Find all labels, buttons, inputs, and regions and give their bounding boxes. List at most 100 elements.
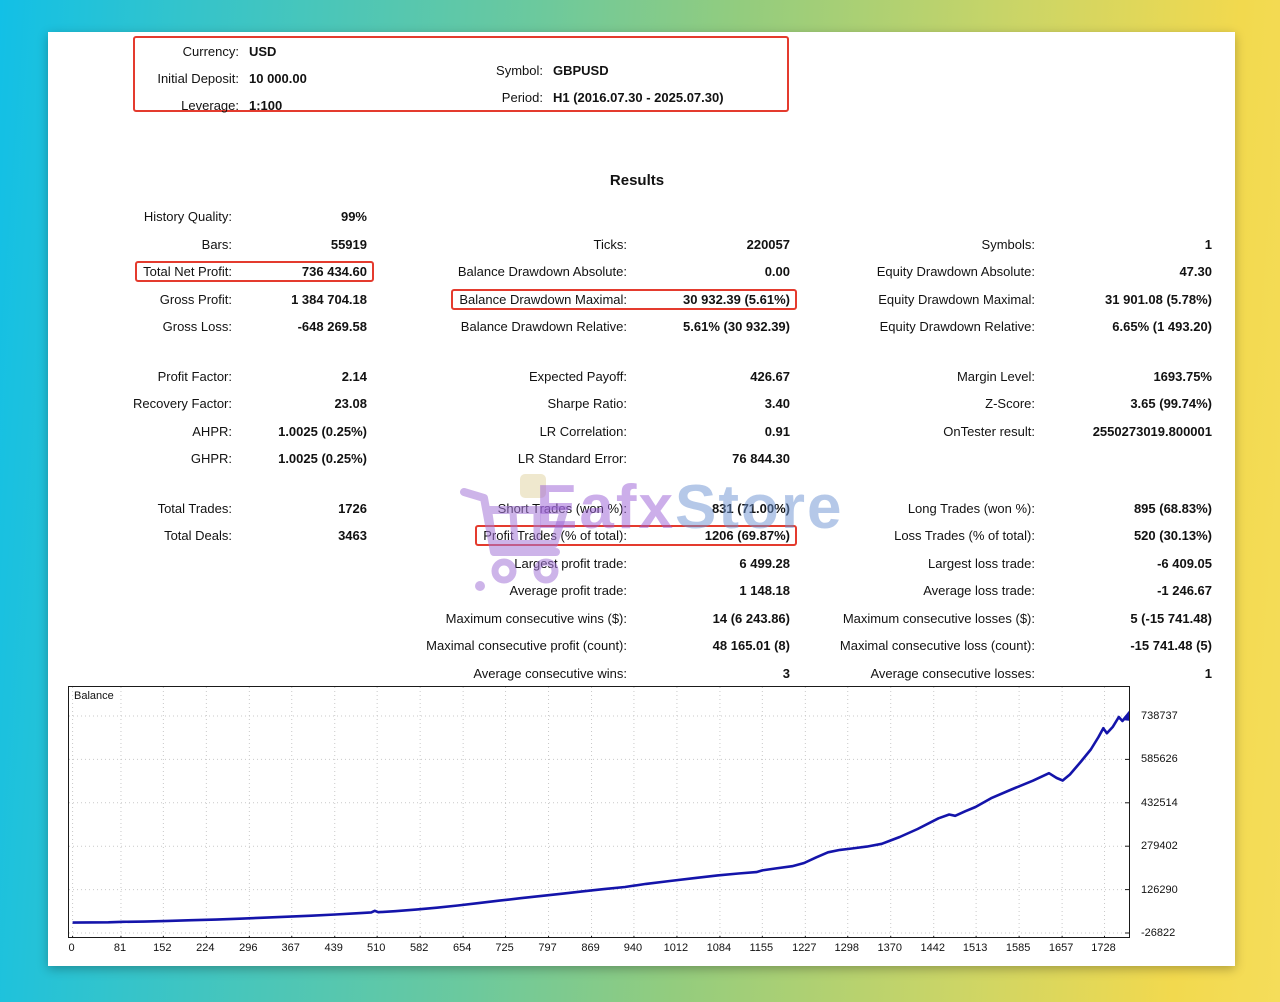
stat-row: Total Deals: 3463 Profit Trades (% of tota… [62,522,1226,550]
stat-pair: Average profit trade: 1 148.18 [377,583,790,598]
stat-label-text: Largest loss trade: [928,555,1035,571]
stat-row: Maximal consecutive profit (count): 48 16… [62,632,1226,660]
y-axis-label: 126290 [1141,883,1178,896]
stat-label: Total Trades: [62,501,232,516]
header-value: H1 (2016.07.30 - 2025.07.30) [553,90,724,105]
stat-pair: Maximal consecutive loss (count): -15 741… [800,638,1212,653]
stat-value: 14 (6 243.86) [712,610,790,626]
stat-label: History Quality: [62,209,232,224]
stat-label-text: Sharpe Ratio: [547,396,628,412]
stat-label: AHPR: [62,424,232,439]
stat-label: Ticks: [377,237,627,252]
stat-label: Balance Drawdown Relative: [377,319,627,334]
stat-label-text: Margin Level: [956,368,1035,384]
stat-pair: Average loss trade: -1 246.67 [800,583,1212,598]
stat-label: Maximal consecutive profit (count): [377,638,627,653]
header-value: 10 000.00 [249,71,307,86]
stat-label-text: Recovery Factor: [133,396,232,412]
stat-label: Equity Drawdown Relative: [800,319,1035,334]
x-axis-label: 1442 [920,942,945,954]
stat-pair: Equity Drawdown Relative: 6.65% (1 493.20… [800,319,1212,334]
stat-pair: Symbols: 1 [800,237,1212,252]
stat-value: 6 499.28 [739,555,790,571]
stat-label-text: OnTester result: [943,423,1035,439]
header-row: Leverage: 1:100 [135,98,282,113]
stat-value: 76 844.30 [732,451,790,467]
stat-label: Long Trades (won %): [800,501,1035,516]
stat-label-text: Balance Drawdown Relative: [460,319,627,335]
x-axis-label: 439 [324,942,343,954]
stat-label: Gross Loss: [62,319,232,334]
stat-label: Profit Factor: [62,369,232,384]
header-value: 1:100 [249,98,283,113]
header-row: Currency: USD [135,44,277,59]
stat-pair: Profit Trades (% of total): 1206 (69.87%) [377,525,797,547]
stat-pair: Z-Score: 3.65 (99.74%) [800,396,1212,411]
stat-pair: Gross Profit: 1 384 704.18 [62,292,367,307]
header-row: Period: H1 (2016.07.30 - 2025.07.30) [435,90,724,105]
y-axis-label: 738737 [1141,709,1178,722]
stat-label-text: Total Deals: [164,528,232,544]
stat-pair: Gross Loss: -648 269.58 [62,319,367,334]
stat-pair: Total Trades: 1726 [62,501,367,516]
stat-label: Recovery Factor: [62,396,232,411]
curve-arrowhead [1121,710,1129,721]
x-axis-label: 1084 [706,942,732,954]
x-axis-label: 1227 [792,942,817,954]
stat-label-text: Average consecutive losses: [870,665,1035,681]
stat-pair: Balance Drawdown Relative: 5.61% (30 932.… [377,319,790,334]
stat-row: Recovery Factor: 23.08 Sharpe Ratio: 3.40 Z-… [62,390,1226,418]
stat-label: Z-Score: [800,396,1035,411]
stat-row: History Quality: 99% [62,203,1226,231]
stat-value: 2550273019.800001 [1092,423,1212,439]
stat-pair: History Quality: 99% [62,209,367,224]
stat-label: Equity Drawdown Absolute: [800,264,1035,279]
stat-label: GHPR: [62,451,232,466]
stat-label-text: Gross Loss: [162,319,232,335]
x-axis-label: 367 [281,942,300,954]
x-axis-label: 797 [538,942,557,954]
stat-pair: Balance Drawdown Maximal: 30 932.39 (5.61… [377,288,797,310]
stat-row: Bars: 55919 Ticks: 220057 Symbols: 1 [62,231,1226,259]
stat-pair: Largest loss trade: -6 409.05 [800,556,1212,571]
stat-value: 831 (71.00%) [711,500,790,516]
stat-value: 3463 [338,528,367,544]
header-label: Leverage: [181,98,239,113]
stat-label: Maximum consecutive losses ($): [800,611,1035,626]
stat-label-text: Profit Factor: [157,368,232,384]
stat-value: 3.40 [764,396,790,412]
stat-value: 426.67 [750,368,790,384]
page-background: { "header": { "left_rows": [ {"label": "… [0,0,1280,1002]
stat-label-text: Total Net Profit: [143,264,232,280]
x-axis-label: 81 [113,942,127,954]
stat-label: Total Net Profit: [62,264,232,279]
stat-label: Profit Trades (% of total): [377,528,627,543]
header-info-box: Currency: USD Initial Deposit: 10 000.00 Lev… [133,36,789,113]
x-axis-label: 1155 [749,942,774,954]
stat-pair: Equity Drawdown Absolute: 47.30 [800,264,1212,279]
stat-value: 48 165.01 (8) [712,638,790,654]
stat-label: Margin Level: [800,369,1035,384]
stat-value: 220057 [746,236,790,252]
stat-pair: Total Net Profit: 736 434.60 [62,261,374,283]
stat-pair: Margin Level: 1693.75% [800,369,1212,384]
x-axis-label: 1657 [1048,942,1074,954]
stat-value: 1206 (69.87%) [704,528,790,544]
stat-label: Maximal consecutive loss (count): [800,638,1035,653]
stat-pair: Maximum consecutive wins ($): 14 (6 243.8… [377,611,790,626]
stat-label-text: AHPR: [192,423,232,439]
x-axis-label: 1012 [663,942,689,954]
chart-title: Balance [74,690,114,702]
x-axis-label: 869 [581,942,600,954]
stat-label-text: Gross Profit: [159,291,232,307]
stat-label: Balance Drawdown Maximal: [377,292,627,307]
stat-label-text: Bars: [201,236,232,252]
stat-pair: Loss Trades (% of total): 520 (30.13%) [800,528,1212,543]
stat-row: Average consecutive wins: 3 Average consec… [62,660,1226,688]
stat-value: 30 932.39 (5.61%) [683,291,790,307]
stat-value: -15 741.48 (5) [1130,638,1212,654]
stat-value: 1 148.18 [739,583,790,599]
stat-label-text: Profit Trades (% of total): [483,528,627,544]
stat-value: 47.30 [1179,264,1212,280]
stat-label-text: Equity Drawdown Absolute: [876,264,1035,280]
